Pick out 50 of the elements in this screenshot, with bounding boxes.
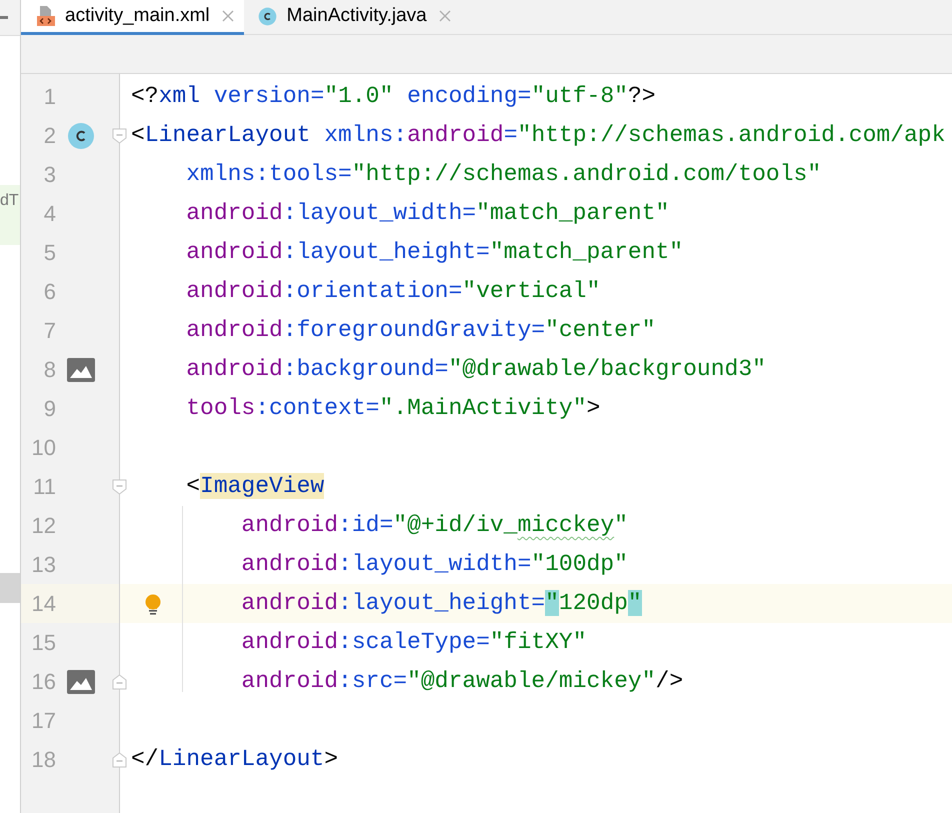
- line-number: 6: [42, 278, 56, 304]
- line-number: 1: [42, 84, 56, 110]
- class-icon: [258, 6, 277, 26]
- line-number: 16: [30, 668, 56, 694]
- code-line: android:foregroundGravity="center": [185, 317, 656, 343]
- scrollbar-thumb[interactable]: [0, 573, 20, 603]
- code-line: </LinearLayout>: [131, 746, 338, 772]
- code-line: <LinearLayout xmlns:android="http://schemas.android.com/apk: [131, 122, 946, 148]
- line-number: 13: [30, 552, 56, 578]
- panel-text: dT: [0, 192, 19, 210]
- lightbulb-icon[interactable]: [144, 594, 162, 616]
- editor-tab[interactable]: activity_main.xml: [21, 0, 244, 35]
- code-line: android:background="@drawable/background3": [185, 356, 766, 382]
- image-icon: [67, 670, 95, 694]
- line-number: 4: [42, 200, 56, 226]
- line-number: 12: [30, 512, 56, 538]
- code-line: xmlns:tools="http://schemas.android.com/tools": [185, 161, 822, 187]
- line-number: 15: [30, 630, 56, 656]
- image-icon: [67, 358, 95, 382]
- xml-file-icon: [35, 6, 55, 26]
- code-line: <ImageView: [185, 473, 324, 499]
- line-number: 5: [42, 240, 56, 266]
- code-line: <?xml version="1.0" encoding="utf-8"?>: [131, 83, 656, 109]
- line-number: 7: [42, 318, 56, 344]
- line-number: 10: [30, 434, 56, 460]
- line-number: 11: [32, 474, 56, 500]
- code-line: android:layout_width="100dp": [240, 551, 628, 577]
- close-icon[interactable]: [222, 10, 234, 22]
- line-number: 9: [42, 396, 56, 422]
- fold-marker[interactable]: [112, 752, 127, 768]
- line-number: 3: [42, 162, 56, 188]
- fold-marker[interactable]: [112, 479, 127, 495]
- fold-marker[interactable]: [112, 674, 127, 690]
- code-line: android:layout_height="match_parent": [185, 239, 684, 265]
- editor-tab[interactable]: MainActivity.java: [244, 0, 461, 35]
- close-icon[interactable]: [438, 10, 451, 22]
- line-number: 8: [42, 356, 56, 382]
- line-number: 2: [42, 122, 56, 148]
- code-line: tools:context=".MainActivity">: [185, 395, 600, 421]
- fold-marker[interactable]: [112, 128, 127, 144]
- line-number: 17: [30, 708, 56, 734]
- line-number: 18: [30, 746, 56, 772]
- code-line: android:src="@drawable/mickey"/>: [240, 668, 684, 694]
- class-icon: [67, 122, 95, 150]
- code-line: android:layout_height="120dp": [240, 590, 642, 616]
- code-line: android:id="@+id/iv_micckey": [240, 512, 628, 538]
- code-line: android:orientation="vertical": [185, 278, 600, 304]
- code-line: android:scaleType="fitXY": [240, 629, 586, 655]
- code-line: android:layout_width="match_parent": [185, 200, 670, 226]
- line-number: 14: [30, 590, 56, 616]
